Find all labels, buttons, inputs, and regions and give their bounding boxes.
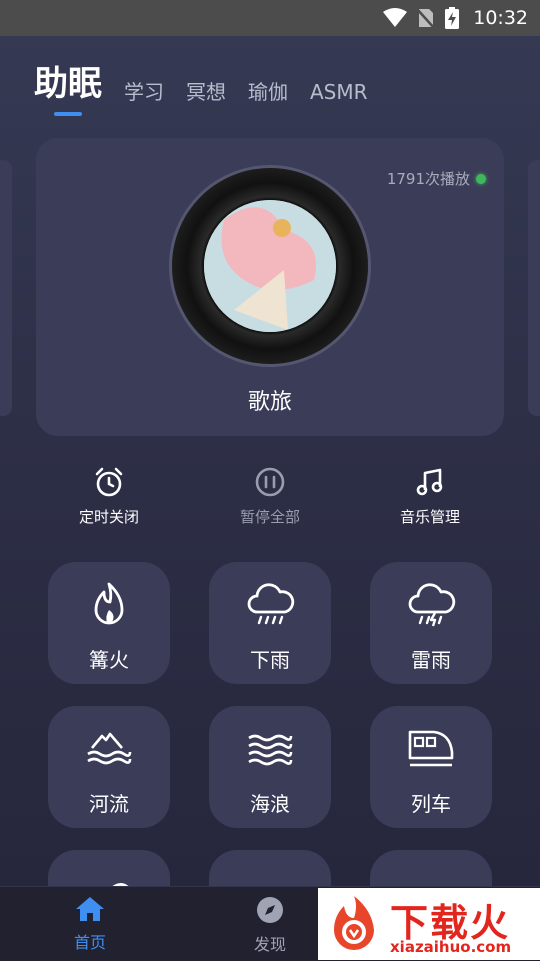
no-sim-icon [417,8,436,29]
flame-logo-icon [334,896,374,950]
category-tabs: 助眠 学习 冥想 瑜伽 ASMR [34,62,368,116]
wind-icon [406,868,456,886]
river-icon [87,732,132,765]
status-bar: 10:32 [0,0,540,36]
tab-asmr[interactable]: ASMR [310,78,368,106]
sound-label: 篝火 [89,648,129,672]
sound-grid: 篝火 下雨 雷雨 河流 海浪 列车 [0,560,540,886]
album-cover [204,200,336,332]
fire-icon [94,582,124,625]
previous-card-peek[interactable] [0,160,12,416]
status-dot [476,173,486,184]
music-manage-label: 音乐管理 [399,508,460,526]
tab-meditation[interactable]: 冥想 [186,78,226,106]
sound-tile-partial[interactable] [209,850,331,886]
home-icon [76,897,104,921]
train-icon [408,730,454,767]
wifi-icon [383,8,408,27]
sound-label: 雷雨 [411,648,451,672]
nav-discover-label: 发现 [253,935,286,954]
battery-charging-icon [445,7,460,29]
sound-label: 下雨 [250,648,290,672]
pause-all-button[interactable]: 暂停全部 [210,466,330,527]
sound-label: 海浪 [250,792,290,816]
tab-label: ASMR [310,80,368,104]
sound-label: 河流 [89,792,129,816]
thunder-cloud-icon [408,583,456,627]
sound-tile-thunderstorm[interactable]: 雷雨 [370,562,492,684]
tab-label: 助眠 [34,64,102,104]
alarm-clock-icon [95,467,123,497]
waves-icon [248,734,293,766]
tab-label: 学习 [124,80,164,104]
bird-icon [112,883,129,886]
music-note-icon [416,468,443,496]
tab-label: 冥想 [186,80,226,104]
drop-icon [245,868,295,886]
sound-tile-train[interactable]: 列车 [370,706,492,828]
watermark-logo: 下载火 xiazaihuo.com [318,888,540,960]
tab-label: 瑜伽 [248,80,288,104]
play-count-text: 1791次播放 [386,170,470,188]
compass-icon [257,897,283,923]
sound-tile-partial[interactable] [370,850,492,886]
play-count: 1791次播放 [387,168,486,189]
player-card[interactable]: 1791次播放 歌旅 [36,138,504,436]
album-art [204,200,336,332]
status-time: 10:32 [473,7,528,29]
pause-circle-icon [255,467,285,497]
timer-off-button[interactable]: 定时关闭 [49,466,169,527]
tab-study[interactable]: 学习 [124,78,164,106]
nav-discover[interactable]: 发现 [220,895,320,955]
sound-tile-partial[interactable] [48,850,170,886]
music-manage-button[interactable]: 音乐管理 [370,466,490,527]
tab-yoga[interactable]: 瑜伽 [248,78,288,106]
nav-home[interactable]: 首页 [40,895,140,953]
tab-sleep[interactable]: 助眠 [34,62,102,116]
timer-off-label: 定时关闭 [78,508,139,526]
vinyl-record[interactable] [172,168,368,364]
sound-tile-river[interactable]: 河流 [48,706,170,828]
sound-tile-campfire[interactable]: 篝火 [48,562,170,684]
sound-tile-waves[interactable]: 海浪 [209,706,331,828]
song-title: 歌旅 [247,390,292,415]
pause-all-label: 暂停全部 [239,508,300,526]
active-tab-indicator [54,112,82,116]
rain-cloud-icon [247,583,295,625]
watermark-url: xiazaihuo.com [390,938,512,956]
sound-tile-rain[interactable]: 下雨 [209,562,331,684]
nav-home-label: 首页 [73,933,106,952]
control-row: 定时关闭 暂停全部 音乐管理 [0,466,540,536]
sound-label: 列车 [411,792,451,816]
next-card-peek[interactable] [528,160,540,416]
